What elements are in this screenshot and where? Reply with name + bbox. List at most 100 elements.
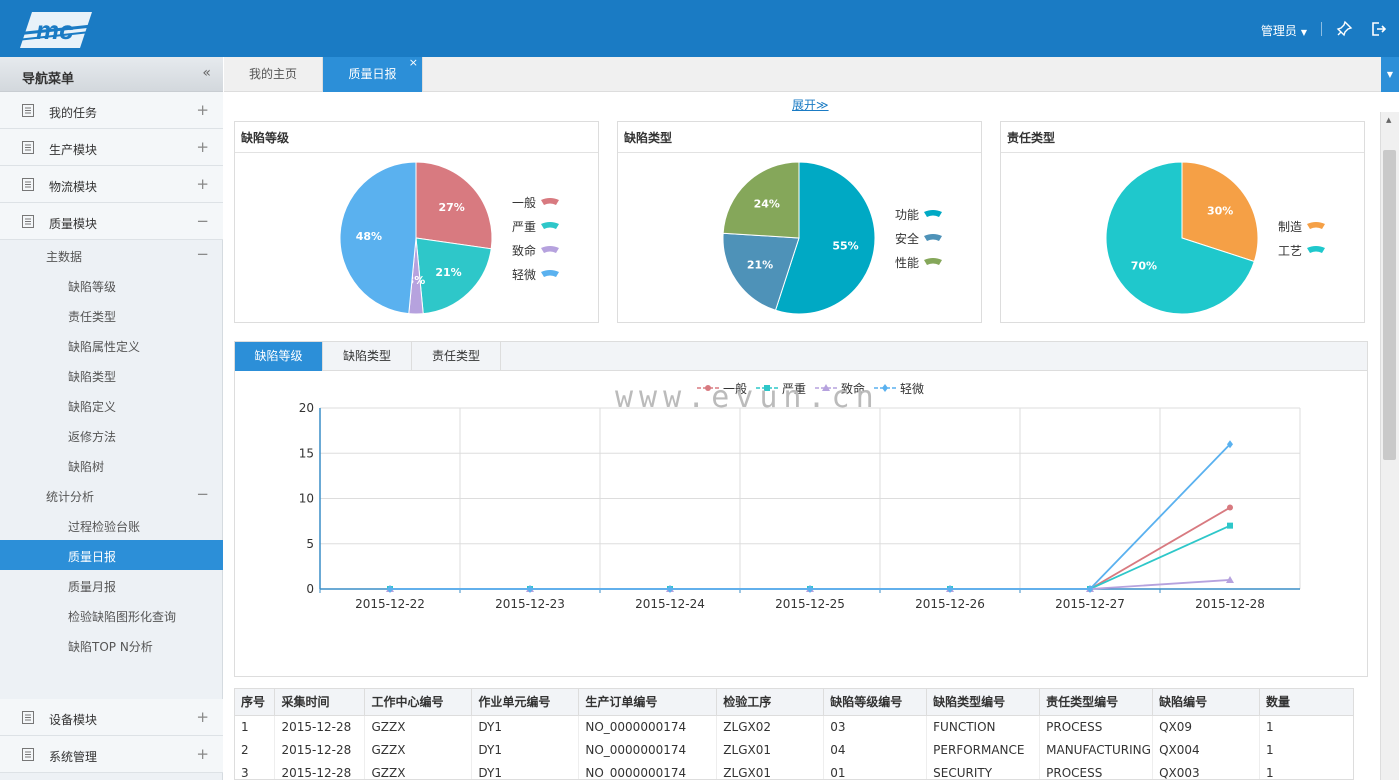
column-header[interactable]: 生产订单编号 — [578, 689, 718, 716]
table-cell: 2015-12-28 — [274, 761, 366, 779]
table-cell: 03 — [823, 715, 928, 738]
chart-tab-defect-level[interactable]: 缺陷等级 — [235, 342, 323, 371]
series-line-严重 — [390, 524, 1231, 590]
toggle-icon[interactable]: − — [196, 245, 209, 263]
sidebar-item-my-tasks[interactable]: 我的任务 + — [0, 92, 223, 129]
sidebar-subitem[interactable]: 质量月报 — [0, 570, 223, 600]
data-point[interactable] — [1227, 504, 1233, 511]
x-tick-label: 2015-12-22 — [355, 597, 425, 611]
y-tick-label: 15 — [299, 446, 314, 460]
close-icon[interactable]: × — [409, 45, 418, 80]
sidebar-item-quality[interactable]: 质量模块 − — [0, 203, 223, 240]
sidebar-subitem[interactable]: 质量日报 — [0, 540, 223, 570]
column-header[interactable]: 缺陷类型编号 — [926, 689, 1041, 716]
sidebar-subitem[interactable]: 过程检验台账 — [0, 510, 223, 540]
app-logo[interactable]: mc — [14, 8, 94, 52]
data-point[interactable] — [1227, 522, 1233, 529]
legend-swatch[interactable] — [1307, 222, 1325, 229]
sidebar: 导航菜单 « 我的任务 + 生产模块 + 物流模块 + 质量模块 − 主数据 − 缺陷等级 责任类型缺… — [0, 57, 223, 780]
x-tick-label: 2015-12-28 — [1195, 597, 1265, 611]
table-cell: NO_0000000174 — [578, 715, 718, 738]
table-header-row: 序号 采集时间 工作中心编号 作业单元编号 生产订单编号 检验工序 缺陷等级编号 缺陷类型编号… — [235, 689, 1353, 716]
sidebar-subitem[interactable]: 缺陷树 — [0, 450, 223, 480]
chart-tab-responsibility-type[interactable]: 责任类型 — [412, 342, 501, 371]
legend-swatch[interactable] — [924, 258, 942, 265]
table-row[interactable]: 3 2015-12-28 GZZX DY1 NO_0000000174 ZLGX01 01 S… — [235, 761, 1353, 779]
chart-tab-defect-type[interactable]: 缺陷类型 — [323, 342, 412, 371]
sidebar-item-logistics[interactable]: 物流模块 + — [0, 166, 223, 203]
tab-quality-daily[interactable]: 质量日报 × — [323, 56, 423, 92]
column-header[interactable]: 缺陷等级编号 — [823, 689, 928, 716]
table-cell: GZZX — [364, 738, 473, 761]
toggle-icon[interactable]: − — [196, 212, 209, 230]
toggle-icon[interactable]: + — [196, 708, 209, 726]
sidebar-group[interactable]: 统计分析 − — [0, 480, 223, 510]
data-table: 序号 采集时间 工作中心编号 作业单元编号 生产订单编号 检验工序 缺陷等级编号 缺陷类型编号… — [234, 688, 1354, 780]
main-content: 展开≫ 缺陷等级 27% 21% 3% 48% 一般 严重 致命 轻微 缺陷类型 55% 21%… — [224, 92, 1380, 780]
pie-panel-defect-type: 缺陷类型 55% 21% 24% 功能 安全 性能 — [617, 121, 982, 323]
sidebar-item-equipment[interactable]: 设备模块 + — [0, 699, 223, 736]
toggle-icon[interactable]: − — [196, 485, 209, 503]
toggle-icon[interactable]: + — [196, 138, 209, 156]
legend-swatch[interactable] — [924, 234, 942, 241]
legend-swatch[interactable] — [541, 246, 559, 253]
series-line-一般 — [390, 506, 1231, 590]
table-row[interactable]: 1 2015-12-28 GZZX DY1 NO_0000000174 ZLGX02 03 F… — [235, 715, 1353, 738]
scrollbar[interactable]: ▲ — [1380, 112, 1399, 780]
legend-swatch[interactable] — [1307, 246, 1325, 253]
sidebar-subitem[interactable]: 缺陷定义 — [0, 390, 223, 420]
legend-swatch[interactable] — [541, 222, 559, 229]
sidebar-subitem[interactable]: 返修方法 — [0, 420, 223, 450]
collapse-icon[interactable]: « — [202, 65, 211, 81]
toggle-icon[interactable]: + — [196, 101, 209, 119]
table-cell: 01 — [823, 761, 928, 779]
sidebar-subitem[interactable]: 责任类型 — [0, 300, 223, 330]
legend-label[interactable]: 轻微 — [900, 382, 924, 396]
legend-swatch[interactable] — [541, 198, 559, 205]
tab-dropdown-icon[interactable]: ▼ — [1381, 57, 1399, 92]
sidebar-subitem[interactable]: 检验缺陷图形化查询 — [0, 600, 223, 630]
pin-icon[interactable] — [1335, 20, 1353, 38]
toggle-icon[interactable]: + — [196, 175, 209, 193]
table-cell: QX004 — [1152, 738, 1261, 761]
scroll-thumb[interactable] — [1383, 150, 1396, 460]
user-menu[interactable]: 管理员 ▼ — [1261, 22, 1307, 39]
column-header[interactable]: 缺陷编号 — [1152, 689, 1261, 716]
subitem-label: 缺陷定义 — [68, 400, 117, 414]
toggle-icon[interactable]: + — [196, 745, 209, 763]
sidebar-item-production[interactable]: 生产模块 + — [0, 129, 223, 166]
sidebar-subitem[interactable]: 缺陷属性定义 — [0, 330, 223, 360]
y-tick-label: 20 — [299, 401, 314, 415]
column-header[interactable]: 序号 — [235, 689, 276, 716]
sidebar-subitem[interactable]: 缺陷TOP N分析 — [0, 630, 223, 660]
module-label: 物流模块 — [49, 180, 98, 194]
column-header[interactable]: 数量 — [1259, 689, 1353, 716]
legend-marker[interactable] — [882, 384, 888, 392]
column-header[interactable]: 工作中心编号 — [364, 689, 473, 716]
sidebar-group[interactable]: 主数据 − — [0, 240, 223, 270]
table-cell: GZZX — [364, 761, 473, 779]
legend-swatch[interactable] — [541, 270, 559, 277]
legend-swatch[interactable] — [924, 210, 942, 217]
sidebar-item-system[interactable]: 系统管理 + — [0, 736, 223, 773]
logout-icon[interactable] — [1370, 20, 1388, 38]
sidebar-subitem[interactable]: 缺陷等级 — [0, 270, 223, 300]
column-header[interactable]: 采集时间 — [274, 689, 366, 716]
slice-label: 55% — [832, 239, 858, 252]
column-header[interactable]: 检验工序 — [716, 689, 825, 716]
expand-link[interactable]: 展开≫ — [792, 96, 829, 113]
table-cell: 1 — [235, 715, 276, 738]
group-label: 统计分析 — [46, 490, 95, 504]
table-cell: 1 — [1259, 738, 1353, 761]
scroll-up-icon[interactable]: ▲ — [1386, 116, 1391, 124]
legend-label: 致命 — [512, 243, 536, 258]
sidebar-subitem[interactable]: 缺陷类型 — [0, 360, 223, 390]
tab-home[interactable]: 我的主页 — [224, 57, 323, 92]
table-row[interactable]: 2 2015-12-28 GZZX DY1 NO_0000000174 ZLGX01 04 P… — [235, 738, 1353, 761]
column-header[interactable]: 作业单元编号 — [471, 689, 580, 716]
group-label: 主数据 — [46, 250, 83, 264]
sidebar-header: 导航菜单 « — [0, 57, 223, 92]
table-cell: MANUFACTURING — [1039, 738, 1154, 761]
column-header[interactable]: 责任类型编号 — [1039, 689, 1154, 716]
subitem-label: 缺陷属性定义 — [68, 340, 141, 354]
